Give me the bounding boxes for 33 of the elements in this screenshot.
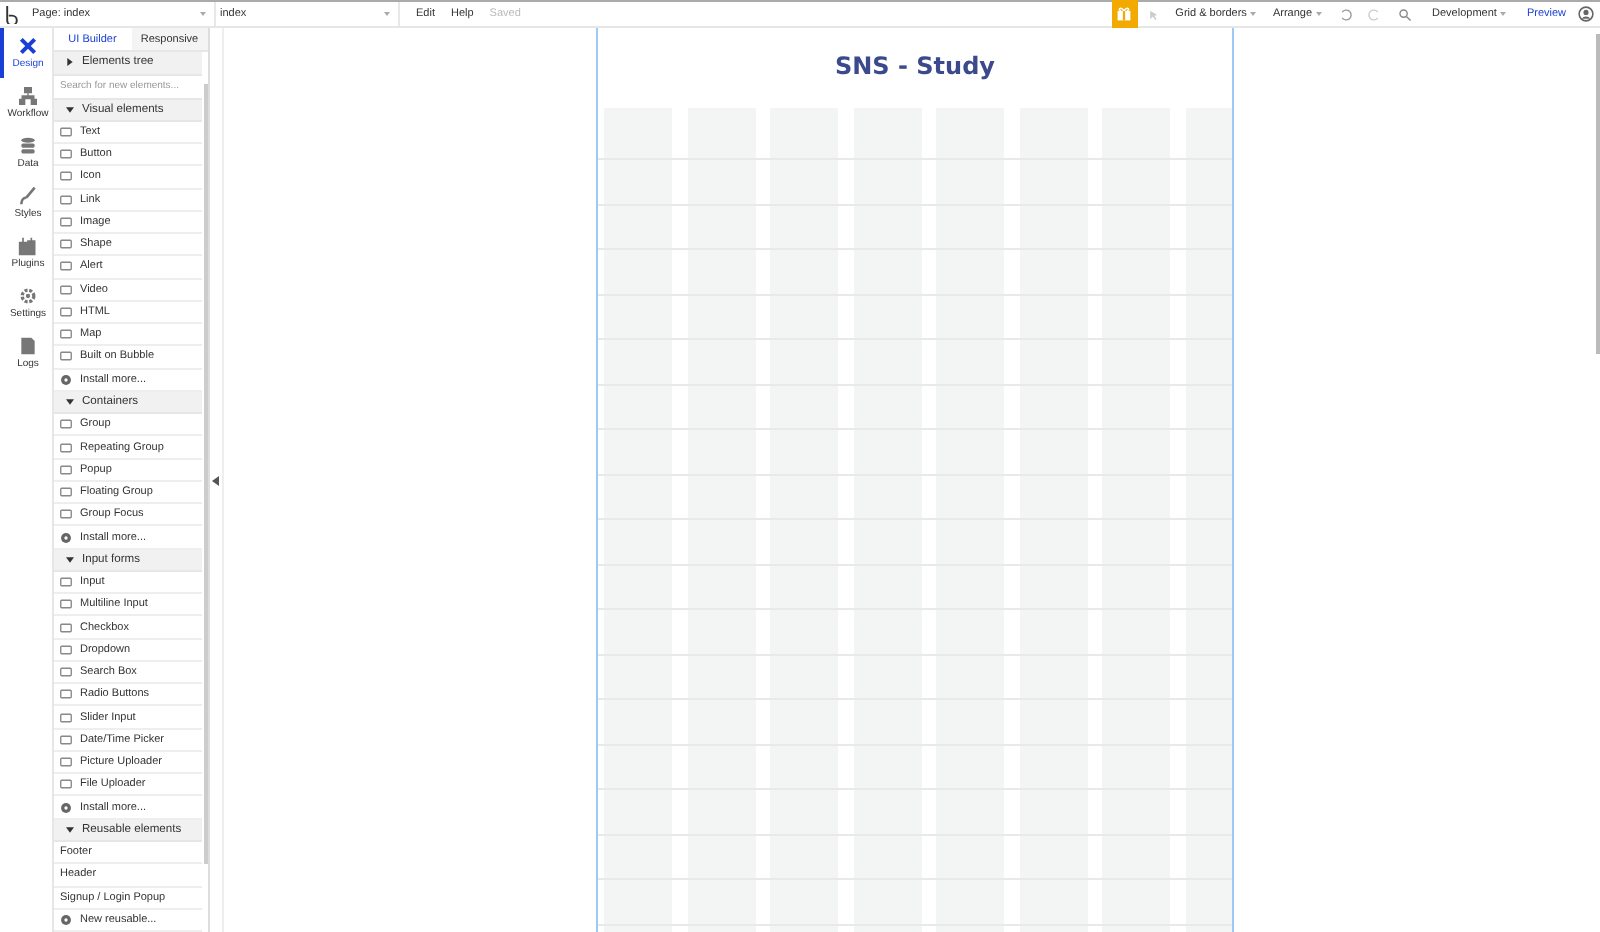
cursor-icon[interactable]: [1145, 7, 1160, 21]
panel-scrollbar[interactable]: [204, 84, 208, 864]
redo-icon[interactable]: [1368, 7, 1383, 21]
caret-icon: [1250, 12, 1257, 16]
caret-icon: [1316, 12, 1323, 16]
crossed-tools-icon: [18, 36, 38, 56]
logo-icon[interactable]: [4, 4, 20, 24]
caret-icon: [66, 58, 74, 67]
hierarchy-icon: [18, 86, 38, 106]
user-avatar-icon[interactable]: [1578, 6, 1594, 22]
caret-icon: [66, 825, 74, 834]
database-icon: [18, 136, 38, 156]
gear-icon: [60, 801, 72, 814]
search-icon[interactable]: [1398, 7, 1413, 21]
canvas-scrollbar[interactable]: [1596, 34, 1600, 354]
page-canvas[interactable]: SNS - Study: [596, 28, 1234, 932]
caret-icon: [66, 555, 74, 564]
gear-icon: [60, 913, 72, 926]
collapse-arrow-icon[interactable]: [212, 475, 220, 485]
caret-icon: [66, 105, 74, 114]
gift-icon[interactable]: [1111, 0, 1138, 27]
gear-icon: [60, 373, 72, 386]
gear-icon: [18, 286, 38, 306]
document-icon: [18, 336, 38, 356]
caret-icon: [384, 12, 390, 16]
caret-icon: [66, 398, 74, 406]
page-title: SNS - Study: [835, 52, 995, 80]
brush-icon: [18, 186, 38, 206]
caret-icon: [200, 12, 206, 16]
undo-icon[interactable]: [1338, 7, 1353, 21]
gear-icon: [60, 531, 72, 544]
plug-icon: [18, 236, 38, 256]
caret-icon: [1500, 12, 1507, 16]
